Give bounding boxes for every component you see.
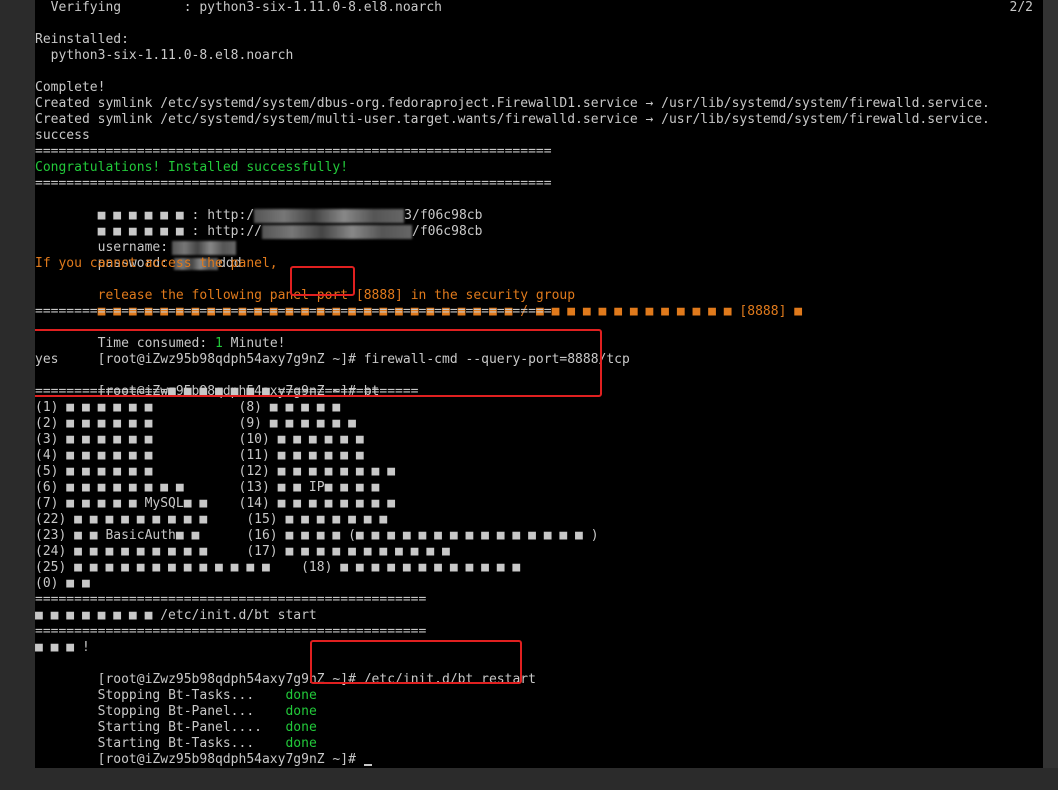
port-release-line: ■ ■ ■ ■ ■ ■ ■ ■ ■ ■ ■ ■ ■ ■ ■ ■ ■ ■ ■ ■ … (35, 288, 802, 319)
service-status-row: Starting Bt-Panel.... done (35, 704, 317, 735)
panel-warning-1: If you cannot access the panel, (35, 256, 278, 271)
command-line: [root@iZwz95b98qdph54axy7g9nZ ~]# bt (35, 368, 380, 399)
command-line: [root@iZwz95b98qdph54axy7g9nZ ~]# firewa… (35, 336, 630, 367)
cursor (363, 764, 372, 766)
current-prompt-line[interactable]: [root@iZwz95b98qdph54axy7g9nZ ~]# (35, 736, 372, 767)
complete-line: Complete! (35, 80, 106, 95)
symlink-line-1: Created symlink /etc/systemd/system/dbus… (35, 96, 990, 111)
separator: ========================================… (35, 304, 552, 319)
command-output: yes (35, 352, 59, 367)
reinstalled-label: Reinstalled: (35, 32, 129, 47)
shell-prompt: [root@iZwz95b98qdph54axy7g9nZ ~]# (97, 752, 356, 767)
separator: ========================================… (35, 176, 552, 191)
separator: ========================================… (35, 592, 427, 607)
time-consumed-line: Time consumed: 1 Minute! (35, 320, 286, 351)
bottom-strip (0, 768, 1058, 790)
left-gutter (0, 0, 35, 790)
command-text: /etc/init.d/bt restart (355, 672, 536, 687)
separator: ========================================… (35, 624, 427, 639)
page-indicator: 2/2 (1009, 0, 1033, 15)
menu-separator: =================■ ■ ■ ■ ■ ■ ■ =========… (35, 384, 419, 399)
username-line: username: (35, 224, 237, 255)
menu-row: (25) ■ ■ ■ ■ ■ ■ ■ ■ ■ ■ ■ ■ ■ (18) ■ ■ … (35, 560, 521, 575)
service-status-row: Stopping Bt-Panel... done (35, 688, 317, 719)
menu-row: (24) ■ ■ ■ ■ ■ ■ ■ ■ ■ (17) ■ ■ ■ ■ ■ ■ … (35, 544, 450, 559)
panel-url-external: ■ ■ ■ ■ ■ ■ : http:/3/f06c98cb (35, 192, 483, 223)
notice-line: ■ ■ ■ ! (35, 640, 90, 655)
success-line: success (35, 128, 90, 143)
url-suffix: /f06c98cb (412, 224, 483, 239)
panel-warning-2: release the following panel port [8888] … (35, 272, 575, 303)
menu-row: (5) ■ ■ ■ ■ ■ ■ (12) ■ ■ ■ ■ ■ ■ ■ ■ (35, 464, 396, 479)
verifying-line: Verifying : python3-six-1.11.0-8.el8.noa… (35, 0, 442, 15)
menu-row: (22) ■ ■ ■ ■ ■ ■ ■ ■ ■ (15) ■ ■ ■ ■ ■ ■ … (35, 512, 388, 527)
menu-row: (23) ■ ■ BasicAuth■ ■ (16) ■ ■ ■ ■ (■ ■ … (35, 528, 599, 543)
password-line: password: ddd (35, 240, 242, 271)
port-text: ■ ■ ■ ■ ■ ■ ■ ■ ■ ■ ■ ■ ■ [8888] ■ (535, 304, 803, 319)
menu-row: (4) ■ ■ ■ ■ ■ ■ (11) ■ ■ ■ ■ ■ ■ (35, 448, 364, 463)
bt-start-line: ■ ■ ■ ■ ■ ■ ■ ■ /etc/init.d/bt start (35, 608, 317, 623)
menu-row: (3) ■ ■ ■ ■ ■ ■ (10) ■ ■ ■ ■ ■ ■ (35, 432, 364, 447)
scrollbar[interactable] (1043, 0, 1058, 790)
symlink-line-2: Created symlink /etc/systemd/system/mult… (35, 112, 990, 127)
congrats-line: Congratulations! Installed successfully! (35, 160, 349, 175)
menu-row: (1) ■ ■ ■ ■ ■ ■ (8) ■ ■ ■ ■ ■ (35, 400, 341, 415)
menu-row: (2) ■ ■ ■ ■ ■ ■ (9) ■ ■ ■ ■ ■ ■ (35, 416, 356, 431)
command-text: firewall-cmd --query-port=8888/tcp (355, 352, 630, 367)
separator: ========================================… (35, 144, 552, 159)
menu-row: (6) ■ ■ ■ ■ ■ ■ ■ ■ (13) ■ ■ IP■ ■ ■ ■ (35, 480, 380, 495)
shell-prompt: [root@iZwz95b98qdph54axy7g9nZ ~]# (97, 352, 356, 367)
screen: Verifying : python3-six-1.11.0-8.el8.noa… (0, 0, 1058, 790)
reinstalled-package: python3-six-1.11.0-8.el8.noarch (35, 48, 294, 63)
command-line: [root@iZwz95b98qdph54axy7g9nZ ~]# /etc/i… (35, 656, 536, 687)
service-status-row: Stopping Bt-Tasks... done (35, 672, 317, 703)
panel-url-internal: ■ ■ ■ ■ ■ ■ : http:///f06c98cb (35, 208, 483, 239)
menu-row: (0) ■ ■ (35, 576, 90, 591)
service-status-row: Starting Bt-Tasks... done (35, 720, 317, 751)
terminal-window[interactable]: Verifying : python3-six-1.11.0-8.el8.noa… (35, 0, 1043, 768)
redacted-blur (262, 224, 412, 239)
menu-row: (7) ■ ■ ■ ■ ■ MySQL■ ■ (14) ■ ■ ■ ■ ■ ■ … (35, 496, 396, 511)
